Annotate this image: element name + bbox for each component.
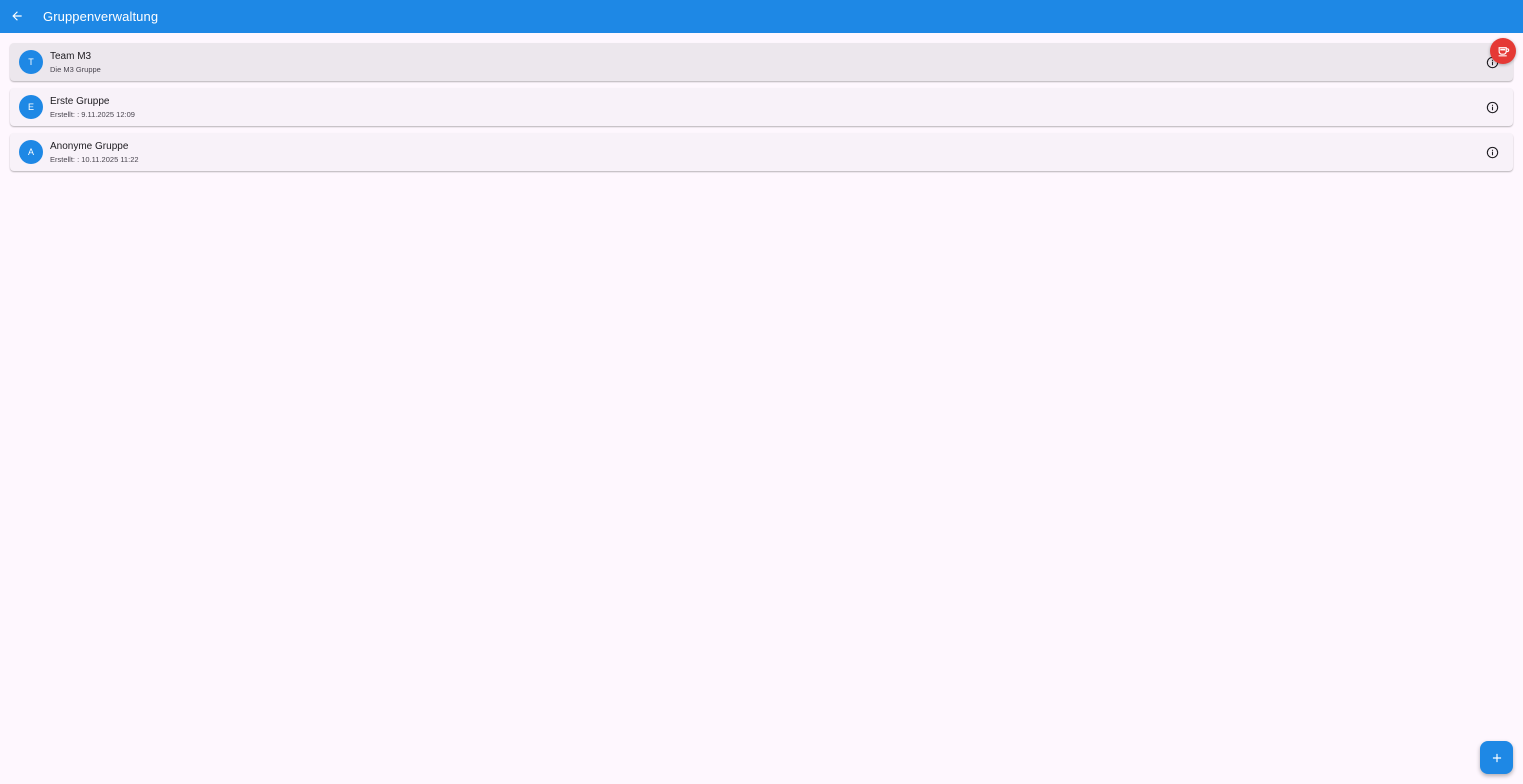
coffee-badge-button[interactable] xyxy=(1490,38,1516,64)
coffee-icon xyxy=(1498,46,1509,56)
avatar: E xyxy=(19,95,43,119)
add-icon xyxy=(1492,753,1501,762)
info-button[interactable] xyxy=(1485,100,1499,114)
group-list: T Team M3 Die M3 Gruppe E Erste Gruppe E… xyxy=(10,43,1513,178)
group-card-erste-gruppe[interactable]: E Erste Gruppe Erstellt: : 9.11.2025 12:… xyxy=(10,88,1513,126)
group-card-team-m3[interactable]: T Team M3 Die M3 Gruppe xyxy=(10,43,1513,81)
back-button[interactable] xyxy=(6,5,28,27)
arrow-back-icon xyxy=(12,11,22,21)
info-button[interactable] xyxy=(1485,145,1499,159)
avatar: T xyxy=(19,50,43,74)
page-title: Gruppenverwaltung xyxy=(43,9,159,24)
group-name: Erste Gruppe xyxy=(50,96,110,107)
group-card-anonyme-gruppe[interactable]: A Anonyme Gruppe Erstellt: : 10.11.2025 … xyxy=(10,133,1513,171)
group-name: Anonyme Gruppe xyxy=(50,141,129,152)
add-group-button[interactable] xyxy=(1480,741,1513,774)
avatar: A xyxy=(19,140,43,164)
group-subtitle: Erstellt: : 10.11.2025 11:22 xyxy=(50,155,139,164)
info-outline-icon xyxy=(1486,146,1498,158)
group-subtitle: Erstellt: : 9.11.2025 12:09 xyxy=(50,110,135,119)
info-outline-icon xyxy=(1486,101,1498,113)
group-subtitle: Die M3 Gruppe xyxy=(50,65,101,74)
group-name: Team M3 xyxy=(50,51,92,62)
app-bar: Gruppenverwaltung xyxy=(0,0,1523,33)
